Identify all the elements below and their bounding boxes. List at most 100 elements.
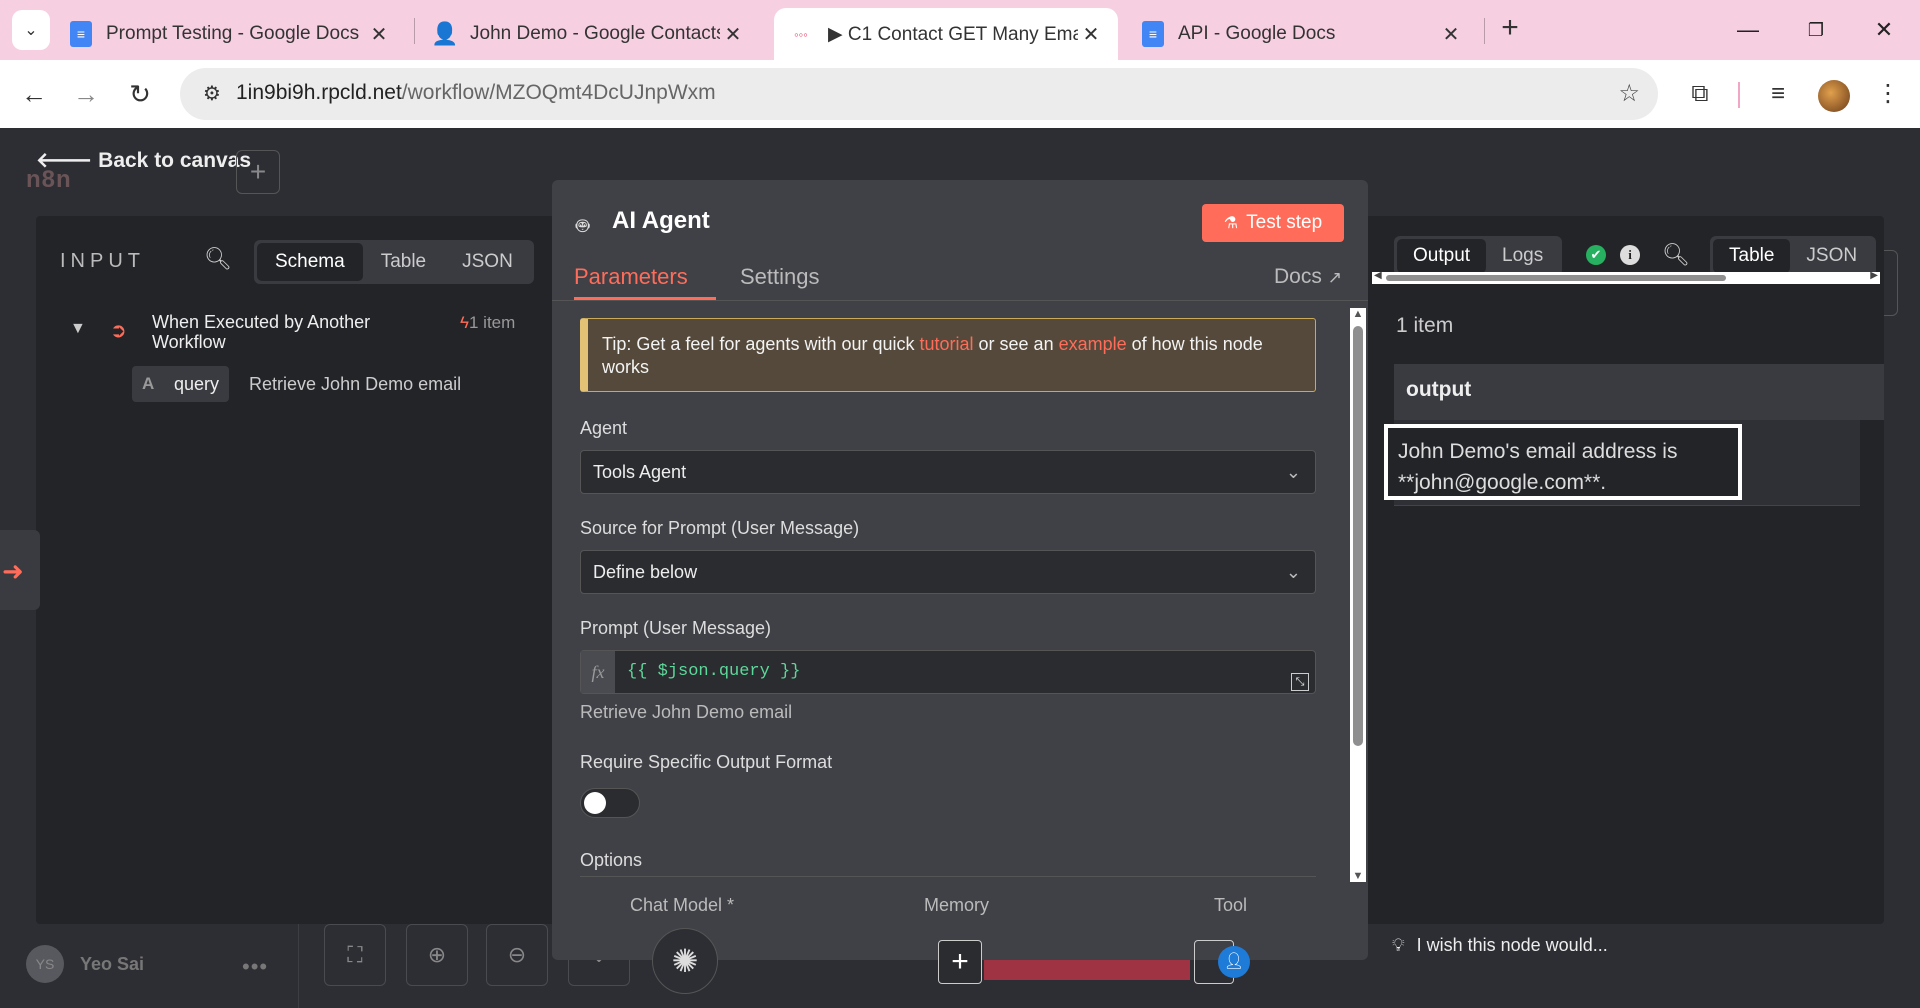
site-settings-icon[interactable]: ⚙	[198, 80, 226, 108]
field-value: Retrieve John Demo email	[249, 373, 462, 394]
scroll-thumb[interactable]	[1386, 275, 1726, 281]
browser-tab-prompt-testing[interactable]: ≡ Prompt Testing - Google Docs ✕	[56, 8, 406, 60]
prompt-expression-input[interactable]: fx {{ $json.query }} ⤡	[580, 650, 1316, 694]
trigger-node-row[interactable]: ▼ ➲ When Executed by Another Workflow ϟ1…	[70, 312, 530, 352]
scroll-right-icon[interactable]: ▶	[1870, 270, 1878, 281]
lightning-icon: ϟ	[460, 313, 469, 332]
profile-avatar[interactable]	[1818, 80, 1850, 112]
options-divider	[580, 876, 1316, 877]
add-memory-button[interactable]: +	[938, 940, 982, 984]
docs-link[interactable]: Docs ↗	[1274, 265, 1342, 289]
expand-icon[interactable]: ⤡	[1291, 673, 1309, 691]
new-tab-plus-icon[interactable]: +	[1494, 12, 1526, 46]
input-view-schema[interactable]: Schema	[257, 243, 363, 281]
back-to-canvas-link[interactable]: 🡐 Back to canvas	[36, 148, 251, 173]
example-link[interactable]: example	[1059, 334, 1127, 354]
scroll-up-icon[interactable]: ▲	[1350, 308, 1366, 320]
zoom-out-icon[interactable]: ⊖	[486, 924, 548, 986]
back-arrow-icon[interactable]: ←	[14, 74, 54, 114]
search-icon[interactable]: 🔍︎	[204, 246, 232, 274]
success-check-icon: ✔	[1586, 245, 1606, 265]
output-format-toggle[interactable]	[580, 788, 640, 818]
browser-tab-api-docs[interactable]: ≡ API - Google Docs ✕	[1128, 8, 1478, 60]
close-icon[interactable]: ✕	[1078, 22, 1104, 47]
google-docs-icon: ≡	[1142, 21, 1164, 47]
bookmark-star-icon[interactable]: ☆	[1618, 79, 1640, 108]
feedback-link[interactable]: 💡︎ I wish this node would...	[1392, 935, 1608, 956]
tab-search-chevron-icon[interactable]: ⌄	[12, 10, 50, 50]
forward-arrow-icon[interactable]: →	[66, 74, 106, 114]
output-horizontal-scrollbar[interactable]: ◀ ▶	[1372, 270, 1880, 284]
fx-icon: fx	[581, 651, 615, 693]
user-menu[interactable]: YS Yeo Sai	[26, 944, 144, 984]
prompt-expression-code[interactable]: {{ $json.query }}	[627, 662, 800, 681]
prompt-label: Prompt (User Message)	[580, 618, 772, 638]
extensions-puzzle-icon[interactable]: ⧉	[1680, 74, 1720, 114]
source-select[interactable]: Define below ⌄	[580, 550, 1316, 594]
agent-select[interactable]: Tools Agent ⌄	[580, 450, 1316, 494]
external-link-icon: ↗	[1327, 268, 1342, 287]
tool-label: Tool	[1214, 895, 1248, 915]
close-icon[interactable]: ✕	[720, 22, 746, 47]
scroll-left-icon[interactable]: ◀	[1374, 270, 1382, 281]
tabs-divider	[552, 300, 1368, 301]
browser-toolbar: ← → ↻ ⚙ 1in9bi9h.rpcld.net/workflow/MZOQ…	[0, 60, 1920, 128]
output-format-switcher: Table JSON	[1710, 236, 1877, 276]
restore-icon[interactable]: ❐	[1796, 10, 1836, 50]
browser-tab-john-demo-contacts[interactable]: 👤 John Demo - Google Contacts ✕	[420, 8, 760, 60]
input-arrow-icon: ➜	[2, 556, 24, 586]
input-view-json[interactable]: JSON	[444, 243, 531, 281]
minimize-icon[interactable]: —	[1728, 10, 1768, 50]
output-view-output[interactable]: Output	[1397, 239, 1487, 273]
url-text[interactable]: 1in9bi9h.rpcld.net/workflow/MZOQmt4DcUJn…	[236, 81, 716, 105]
schema-field-chip[interactable]: A query	[132, 366, 230, 402]
output-item-count: 1 item	[1396, 314, 1454, 337]
schema-field-row: A query Retrieve John Demo email	[132, 366, 461, 402]
close-icon[interactable]: ✕	[1438, 22, 1464, 47]
back-arrow-icon: 🡐	[36, 149, 99, 172]
tab-settings[interactable]: Settings	[740, 264, 820, 290]
sidebar-divider	[298, 924, 299, 1008]
test-step-button[interactable]: ⚗ Test step	[1202, 204, 1344, 242]
agent-label: Agent	[580, 418, 628, 438]
info-icon[interactable]: i	[1620, 245, 1640, 265]
format-label: Require Specific Output Format	[580, 752, 833, 772]
chat-model-node[interactable]: ✺	[652, 928, 718, 994]
input-panel-title: INPUT	[60, 250, 145, 272]
tab-parameters[interactable]: Parameters	[574, 264, 688, 290]
media-queue-icon[interactable]: ≡	[1758, 74, 1798, 114]
node-title[interactable]: AI Agent	[612, 207, 710, 235]
openai-icon: ✺	[671, 943, 699, 979]
user-avatar: YS	[26, 945, 64, 983]
browser-tab-n8n-workflow[interactable]: ◦◦◦ ▶ C1 Contact GET Many Email C ✕	[774, 8, 1118, 60]
prompt-preview: Retrieve John Demo email	[580, 702, 793, 722]
toolbar-separator	[1738, 82, 1740, 108]
google-docs-icon: ≡	[70, 21, 92, 47]
tutorial-link[interactable]: tutorial	[920, 334, 974, 354]
output-view-switcher: Output Logs	[1394, 236, 1563, 276]
scroll-thumb[interactable]	[1353, 326, 1363, 746]
input-view-table[interactable]: Table	[363, 243, 444, 281]
window-close-icon[interactable]: ✕	[1864, 10, 1904, 50]
output-format-table[interactable]: Table	[1713, 239, 1791, 273]
source-label: Source for Prompt (User Message)	[580, 518, 860, 538]
chevron-down-icon: ⌄	[1285, 562, 1301, 582]
chevron-down-icon[interactable]: ▼	[70, 320, 86, 338]
scroll-down-icon[interactable]: ▼	[1350, 870, 1366, 882]
output-view-logs[interactable]: Logs	[1486, 239, 1559, 273]
address-bar[interactable]: ⚙ 1in9bi9h.rpcld.net/workflow/MZOQmt4DcU…	[180, 68, 1658, 120]
parameters-scrollbar[interactable]: ▲ ▼	[1350, 308, 1366, 882]
input-collapse-tab[interactable]: ➜	[0, 530, 40, 610]
zoom-fit-icon[interactable]: ⛶	[324, 924, 386, 986]
reload-icon[interactable]: ↻	[120, 74, 160, 114]
output-cell-value[interactable]: John Demo's email address is **john@goog…	[1384, 424, 1742, 500]
contacts-tool-icon[interactable]: 👤︎	[1218, 946, 1250, 978]
close-icon[interactable]: ✕	[366, 22, 392, 47]
more-options-icon[interactable]: •••	[242, 954, 268, 980]
zoom-in-icon[interactable]: ⊕	[406, 924, 468, 986]
browser-menu-icon[interactable]: ⋮	[1868, 74, 1908, 114]
output-edge-tab[interactable]	[1884, 250, 1898, 316]
search-icon[interactable]: 🔍︎	[1662, 242, 1690, 268]
add-node-button[interactable]: +	[236, 150, 280, 194]
output-format-json[interactable]: JSON	[1790, 239, 1873, 273]
